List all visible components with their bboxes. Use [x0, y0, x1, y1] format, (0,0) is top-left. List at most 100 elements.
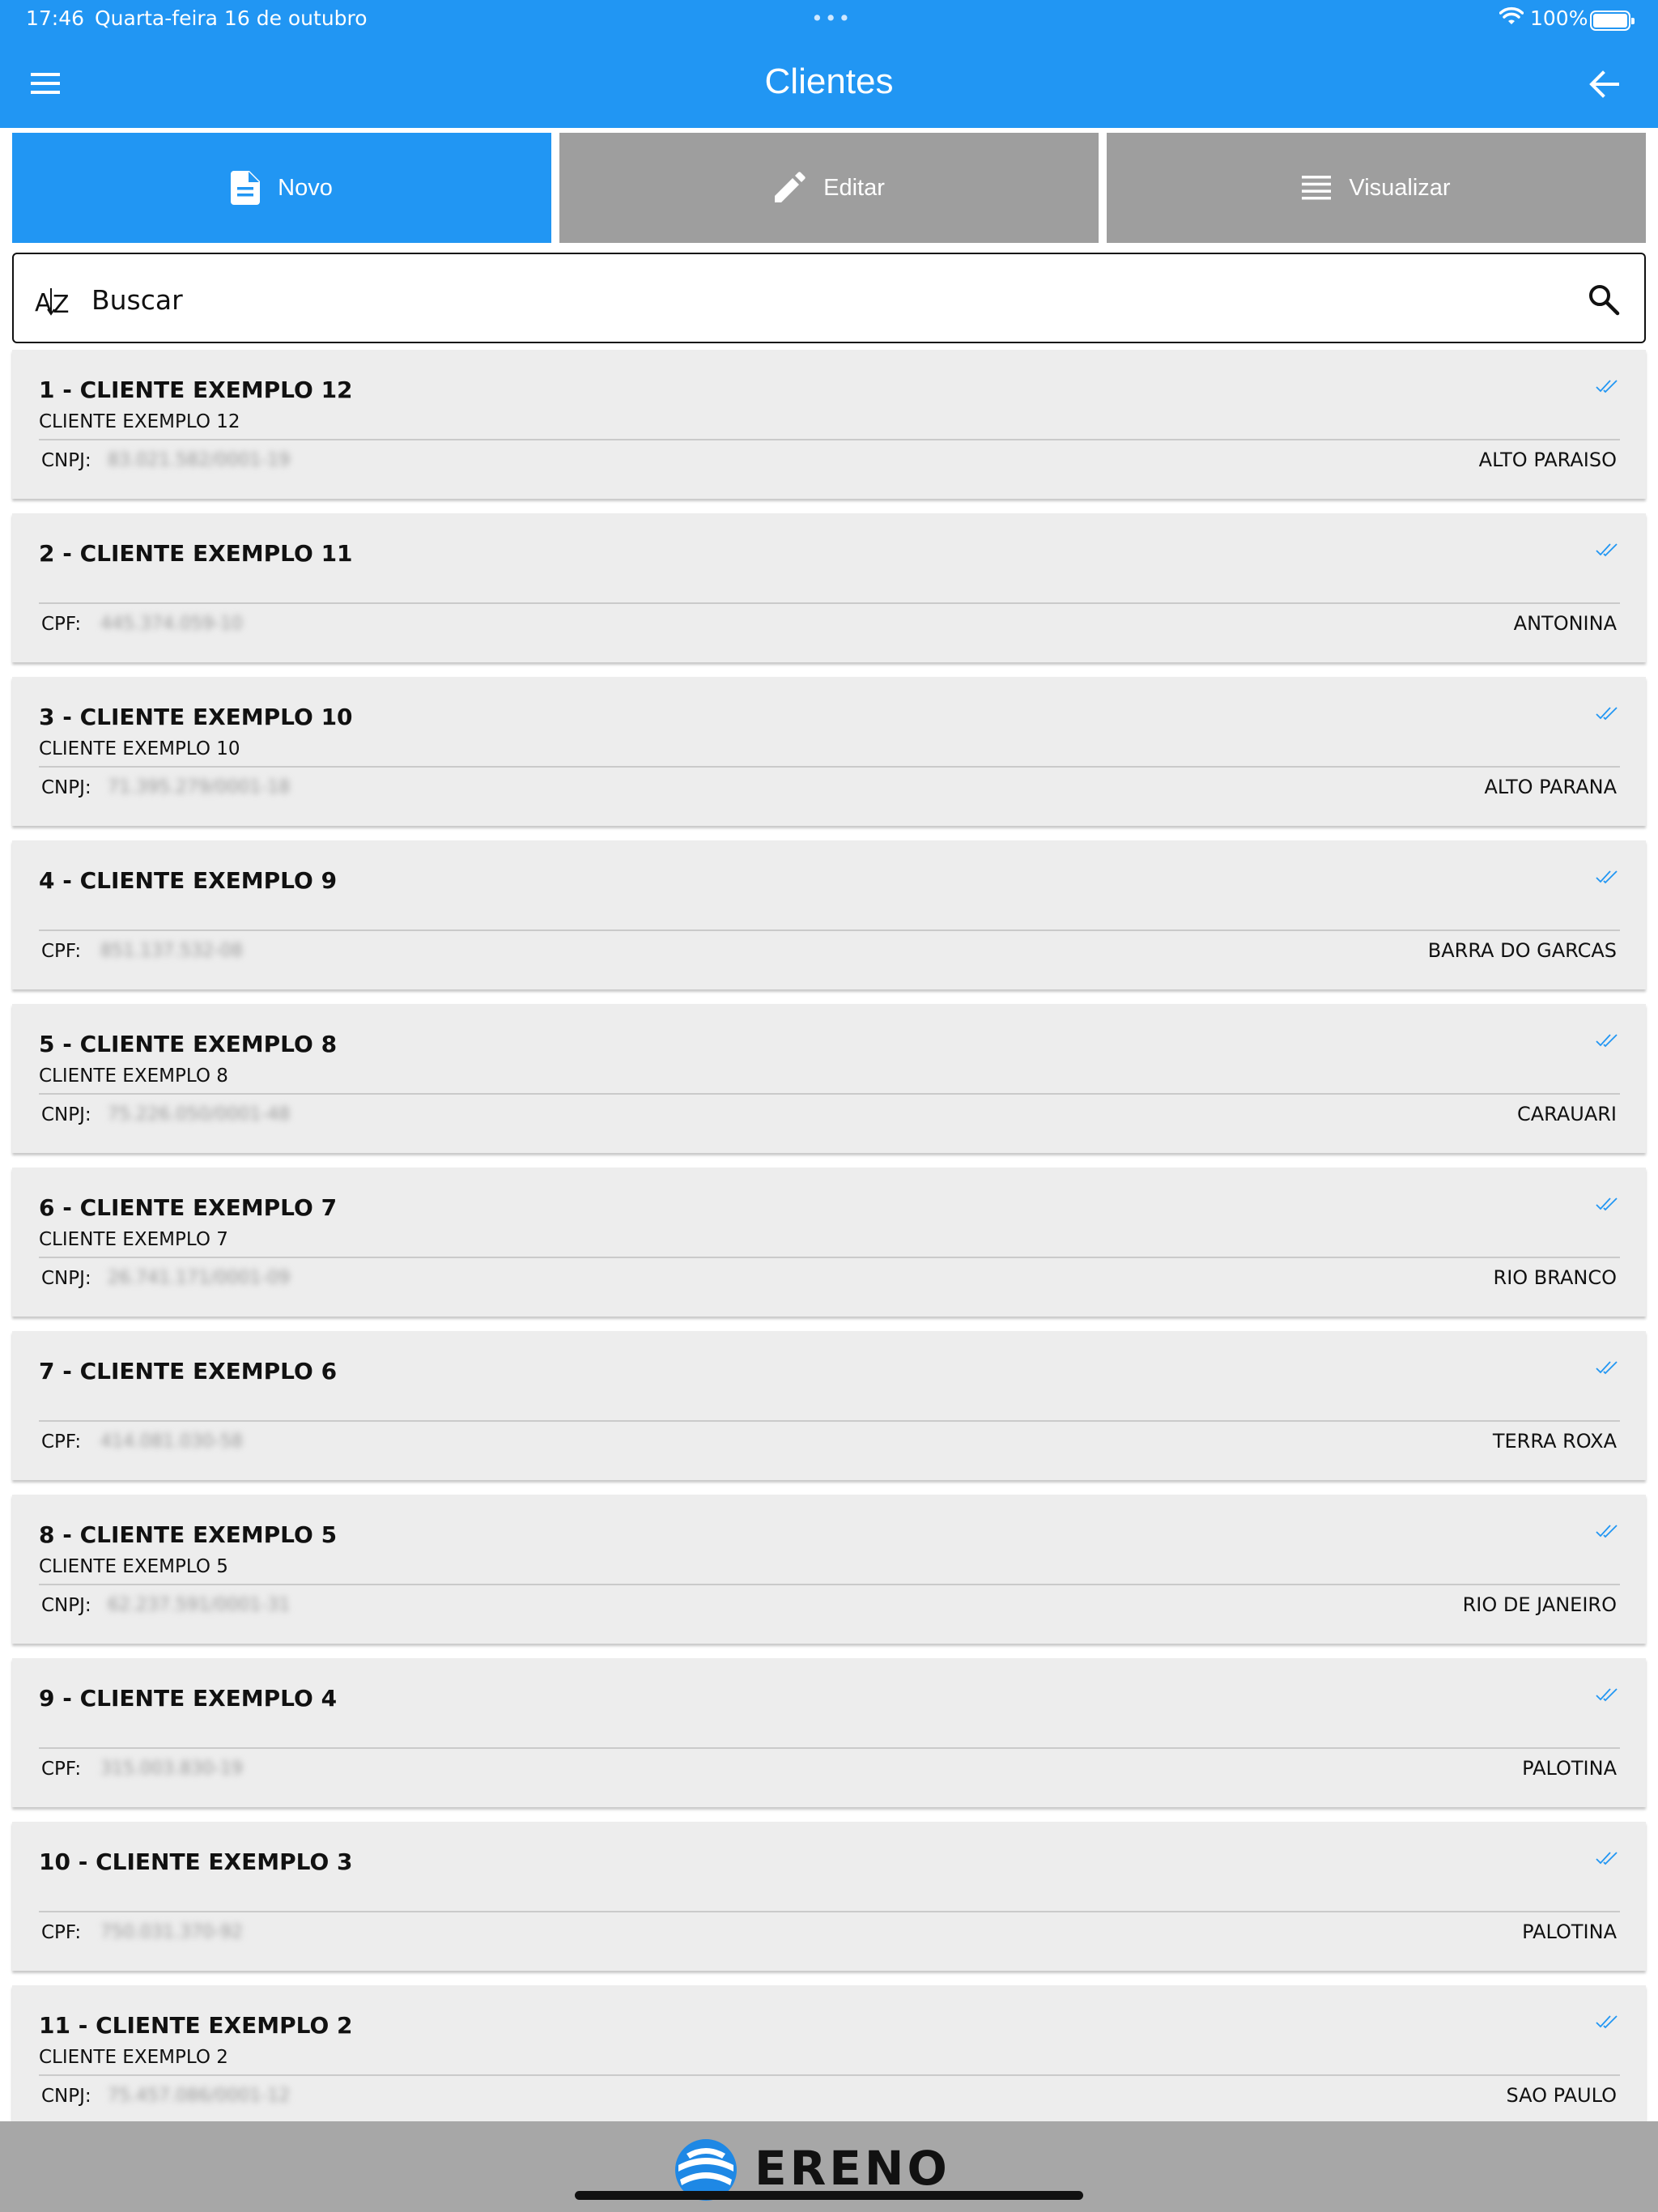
card-divider [39, 929, 1620, 931]
search-bar: A Z [12, 253, 1646, 343]
new-button[interactable]: Novo [12, 133, 551, 243]
double-check-icon [1596, 2014, 1620, 2031]
page-title: Clientes [764, 62, 894, 101]
card-divider [39, 1747, 1620, 1749]
client-subtitle: CLIENTE EXEMPLO 7 [39, 1229, 228, 1250]
double-check-icon [1596, 706, 1620, 722]
client-name: 9 - CLIENTE EXEMPLO 4 [39, 1685, 338, 1712]
client-subtitle: CLIENTE EXEMPLO 2 [39, 2047, 228, 2068]
double-check-icon [1596, 1360, 1620, 1376]
list-lines-icon [1302, 176, 1332, 200]
double-check-icon [1596, 542, 1620, 559]
search-input[interactable] [91, 277, 1533, 322]
client-card[interactable]: 6 - CLIENTE EXEMPLO 7 CLIENTE EXEMPLO 7 … [12, 1168, 1646, 1317]
client-city: BARRA DO GARCAS [1427, 939, 1617, 962]
card-divider [39, 2074, 1620, 2076]
magnifier-icon[interactable] [1588, 283, 1620, 316]
card-divider [39, 1257, 1620, 1258]
client-name: 5 - CLIENTE EXEMPLO 8 [39, 1031, 338, 1057]
client-card[interactable]: 2 - CLIENTE EXEMPLO 11 CPF: 445.374.059-… [12, 513, 1646, 662]
document-label: CNPJ: [41, 450, 91, 471]
client-subtitle: CLIENTE EXEMPLO 10 [39, 738, 240, 759]
svg-text:Z: Z [53, 291, 70, 317]
double-check-icon [1596, 1851, 1620, 1867]
double-check-icon [1596, 1033, 1620, 1049]
client-name: 11 - CLIENTE EXEMPLO 2 [39, 2012, 353, 2039]
card-divider [39, 1584, 1620, 1585]
double-check-icon [1596, 1687, 1620, 1704]
document-number: 75.457.086/0001-12 [108, 2086, 291, 2106]
document-label: CNPJ: [41, 777, 91, 798]
client-card[interactable]: 4 - CLIENTE EXEMPLO 9 CPF: 851.137.532-0… [12, 840, 1646, 989]
new-button-label: Novo [278, 174, 333, 201]
client-city: PALOTINA [1522, 1757, 1617, 1780]
client-card[interactable]: 11 - CLIENTE EXEMPLO 2 CLIENTE EXEMPLO 2… [12, 1985, 1646, 2134]
document-label: CNPJ: [41, 1595, 91, 1616]
document-label: CPF: [41, 1759, 82, 1780]
document-label: CNPJ: [41, 1268, 91, 1289]
client-city: TERRA ROXA [1492, 1430, 1617, 1453]
view-button[interactable]: Visualizar [1107, 133, 1646, 243]
document-label: CPF: [41, 1431, 82, 1453]
client-name: 2 - CLIENTE EXEMPLO 11 [39, 540, 353, 567]
card-divider [39, 766, 1620, 768]
client-card[interactable]: 9 - CLIENTE EXEMPLO 4 CPF: 315.003.830-1… [12, 1658, 1646, 1807]
edit-button[interactable]: Editar [559, 133, 1099, 243]
client-city: CARAUARI [1516, 1103, 1617, 1125]
document-number: 75.226.050/0001-48 [108, 1104, 291, 1125]
client-name: 10 - CLIENTE EXEMPLO 3 [39, 1848, 353, 1875]
document-number: 750.031.370-92 [100, 1922, 243, 1942]
client-name: 4 - CLIENTE EXEMPLO 9 [39, 867, 338, 894]
card-divider [39, 439, 1620, 440]
double-check-icon [1596, 1197, 1620, 1213]
document-number: 414.081.030-58 [100, 1431, 243, 1452]
client-card[interactable]: 10 - CLIENTE EXEMPLO 3 CPF: 750.031.370-… [12, 1822, 1646, 1971]
client-city: PALOTINA [1522, 1921, 1617, 1943]
document-label: CPF: [41, 941, 82, 962]
card-divider [39, 1093, 1620, 1095]
pencil-icon [775, 172, 806, 202]
client-card[interactable]: 8 - CLIENTE EXEMPLO 5 CLIENTE EXEMPLO 5 … [12, 1495, 1646, 1644]
document-label: CNPJ: [41, 1104, 91, 1125]
client-card[interactable]: 5 - CLIENTE EXEMPLO 8 CLIENTE EXEMPLO 8 … [12, 1004, 1646, 1153]
double-check-icon [1596, 379, 1620, 395]
client-city: ALTO PARANA [1484, 776, 1617, 798]
document-label: CNPJ: [41, 2086, 91, 2107]
arrow-back-icon[interactable] [1588, 68, 1621, 100]
document-label: CPF: [41, 614, 82, 635]
document-icon [231, 171, 261, 205]
document-number: 26.741.171/0001-09 [108, 1268, 291, 1288]
client-subtitle: CLIENTE EXEMPLO 12 [39, 411, 240, 432]
double-check-icon [1596, 870, 1620, 886]
client-name: 6 - CLIENTE EXEMPLO 7 [39, 1194, 338, 1221]
action-toolbar: Novo Editar Visualizar [12, 133, 1646, 243]
sort-az-icon[interactable]: A Z [35, 283, 75, 319]
client-city: RIO BRANCO [1493, 1266, 1617, 1289]
status-date: Quarta-feira 16 de outubro [95, 6, 368, 30]
client-city: ALTO PARAISO [1478, 449, 1617, 471]
client-card[interactable]: 3 - CLIENTE EXEMPLO 10 CLIENTE EXEMPLO 1… [12, 677, 1646, 826]
home-indicator[interactable] [575, 2191, 1083, 2200]
client-subtitle: CLIENTE EXEMPLO 5 [39, 1556, 228, 1577]
client-name: 1 - CLIENTE EXEMPLO 12 [39, 376, 353, 403]
view-button-label: Visualizar [1349, 174, 1451, 201]
document-number: 445.374.059-10 [100, 614, 243, 634]
card-divider [39, 602, 1620, 604]
edit-button-label: Editar [823, 174, 885, 201]
document-number: 71.395.279/0001-18 [108, 777, 291, 798]
wifi-icon [1499, 6, 1524, 32]
client-list: 1 - CLIENTE EXEMPLO 12 CLIENTE EXEMPLO 1… [12, 350, 1646, 2149]
multitasking-dots-icon[interactable]: ••• [811, 6, 852, 30]
document-number: 83.021.582/0001-19 [108, 450, 291, 470]
card-divider [39, 1420, 1620, 1422]
document-number: 62.237.591/0001-31 [108, 1595, 291, 1615]
svg-text:A: A [35, 289, 52, 317]
document-number: 851.137.532-08 [100, 941, 243, 961]
footer: ERENO [0, 2121, 1658, 2212]
card-divider [39, 1911, 1620, 1912]
client-card[interactable]: 1 - CLIENTE EXEMPLO 12 CLIENTE EXEMPLO 1… [12, 350, 1646, 499]
client-card[interactable]: 7 - CLIENTE EXEMPLO 6 CPF: 414.081.030-5… [12, 1331, 1646, 1480]
client-subtitle: CLIENTE EXEMPLO 8 [39, 1066, 228, 1087]
double-check-icon [1596, 1524, 1620, 1540]
client-city: SAO PAULO [1506, 2084, 1617, 2107]
